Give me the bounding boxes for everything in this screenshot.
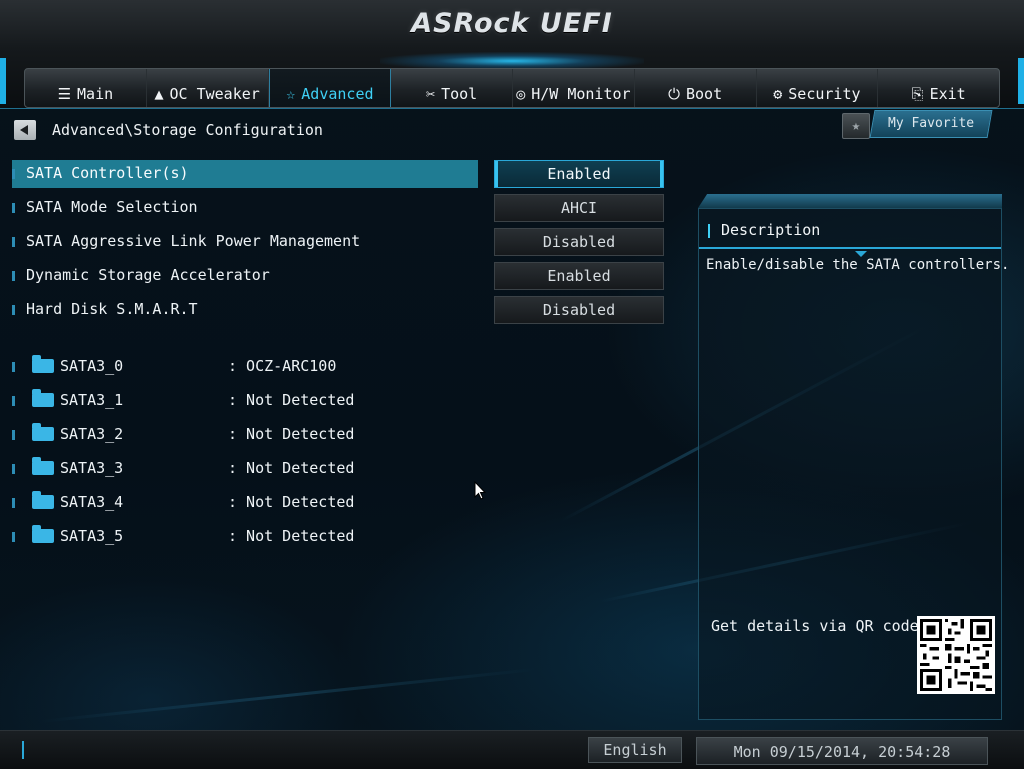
drive-row[interactable]: SATA3_0 : OCZ-ARC100: [12, 353, 472, 381]
drive-port-value: : Not Detected: [228, 493, 355, 511]
setting-row-sata-controllers[interactable]: SATA Controller(s): [12, 160, 478, 188]
tab-hw-monitor[interactable]: ◎ H/W Monitor: [513, 69, 635, 107]
tab-security[interactable]: ⚙ Security: [757, 69, 879, 107]
folder-icon: [32, 525, 54, 543]
description-text: Enable/disable the SATA controllers.: [706, 257, 1010, 273]
row-bullet: [12, 271, 15, 281]
setting-row-dynamic-storage-accelerator[interactable]: Dynamic Storage Accelerator: [12, 262, 478, 290]
drive-port-name: SATA3_1: [60, 391, 124, 409]
language-button[interactable]: English: [588, 737, 682, 763]
row-bullet: [12, 396, 15, 406]
setting-label: SATA Controller(s): [26, 164, 189, 182]
drive-row[interactable]: SATA3_1 : Not Detected: [12, 387, 472, 415]
drive-port-value: : OCZ-ARC100: [228, 357, 337, 375]
setting-value-smart[interactable]: Disabled: [494, 296, 664, 324]
monitor-icon: ◎: [516, 85, 526, 103]
qr-code-icon: [917, 616, 995, 694]
setting-value-link-power-management[interactable]: Disabled: [494, 228, 664, 256]
description-panel-cap: [698, 194, 1002, 208]
folder-icon: [32, 423, 54, 441]
header-bar-marker: [708, 224, 710, 238]
status-bar: English Mon 09/15/2014, 20:54:28: [0, 730, 1024, 769]
setting-label: Hard Disk S.M.A.R.T: [26, 300, 198, 318]
drive-port-value: : Not Detected: [228, 425, 355, 443]
setting-value-sata-controllers[interactable]: Enabled: [494, 160, 664, 188]
drive-row[interactable]: SATA3_3 : Not Detected: [12, 455, 472, 483]
mouse-cursor-icon: [474, 481, 486, 500]
tab-label: H/W Monitor: [531, 85, 631, 103]
setting-label: SATA Aggressive Link Power Management: [26, 232, 361, 250]
setting-value-dynamic-storage-accelerator[interactable]: Enabled: [494, 262, 664, 290]
tab-advanced[interactable]: ☆ Advanced: [268, 69, 392, 107]
row-bullet: [12, 498, 15, 508]
folder-icon: [32, 457, 54, 475]
app-logo: ASRock UEFI: [411, 8, 613, 39]
rocket-icon: ▲: [154, 85, 164, 103]
setting-label: Dynamic Storage Accelerator: [26, 266, 270, 284]
row-bullet: [12, 203, 15, 213]
tab-tool[interactable]: ✂ Tool: [391, 69, 513, 107]
setting-label: SATA Mode Selection: [26, 198, 198, 216]
drive-row[interactable]: SATA3_2 : Not Detected: [12, 421, 472, 449]
tab-label: Advanced: [301, 85, 374, 103]
tab-label: OC Tweaker: [169, 85, 260, 103]
shield-icon: ⚙: [773, 85, 783, 103]
my-favorite-label: My Favorite: [887, 116, 975, 131]
tab-label: Boot: [686, 85, 723, 103]
description-panel: Description Enable/disable the SATA cont…: [698, 208, 1009, 720]
menu-list-icon: ☰: [57, 85, 72, 103]
tab-boot[interactable]: ⏻ Boot: [635, 69, 757, 107]
tab-label: Exit: [929, 85, 966, 103]
row-bullet: [12, 362, 15, 372]
tab-main[interactable]: ☰ Main: [25, 69, 147, 107]
row-bullet: [12, 305, 15, 315]
drive-port-value: : Not Detected: [228, 391, 355, 409]
power-icon: ⏻: [668, 85, 680, 103]
tab-label: Main: [77, 85, 114, 103]
tab-label: Security: [788, 85, 861, 103]
datetime-display: Mon 09/15/2014, 20:54:28: [696, 737, 988, 765]
row-bullet: [12, 464, 15, 474]
drive-port-value: : Not Detected: [228, 459, 355, 477]
drive-port-name: SATA3_2: [60, 425, 124, 443]
exit-door-icon: ⎘: [911, 85, 924, 103]
row-bullet: [12, 532, 15, 542]
status-marker: [22, 741, 24, 759]
drive-port-name: SATA3_3: [60, 459, 124, 477]
drive-port-name: SATA3_4: [60, 493, 124, 511]
tab-label: Tool: [441, 85, 478, 103]
folder-icon: [32, 389, 54, 407]
back-button[interactable]: [14, 120, 36, 140]
tools-icon: ✂: [426, 85, 436, 103]
setting-row-link-power-management[interactable]: SATA Aggressive Link Power Management: [12, 228, 478, 256]
setting-row-smart[interactable]: Hard Disk S.M.A.R.T: [12, 296, 478, 324]
top-bar: ASRock UEFI ☰ Main ▲ OC Tweaker ☆ Advanced …: [0, 0, 1024, 109]
row-bullet: [12, 169, 15, 179]
drive-row[interactable]: SATA3_5 : Not Detected: [12, 523, 472, 551]
star-icon: ☆: [286, 85, 296, 103]
left-accent: [0, 58, 6, 104]
row-bullet: [12, 237, 15, 247]
favorite-star-icon[interactable]: ★: [842, 113, 870, 139]
my-favorite-button[interactable]: My Favorite: [869, 110, 993, 138]
description-header: Description: [699, 215, 1001, 257]
tab-oc-tweaker[interactable]: ▲ OC Tweaker: [147, 69, 269, 107]
drive-port-name: SATA3_0: [60, 357, 124, 375]
setting-row-sata-mode[interactable]: SATA Mode Selection: [12, 194, 478, 222]
main-tabs: ☰ Main ▲ OC Tweaker ☆ Advanced ✂ Tool ◎ H/W M…: [24, 68, 1000, 108]
setting-value-sata-mode[interactable]: AHCI: [494, 194, 664, 222]
folder-icon: [32, 355, 54, 373]
folder-icon: [32, 491, 54, 509]
row-bullet: [12, 430, 15, 440]
qr-label: Get details via QR code: [711, 617, 919, 635]
drive-row[interactable]: SATA3_4 : Not Detected: [12, 489, 472, 517]
drive-port-value: : Not Detected: [228, 527, 355, 545]
breadcrumb: Advanced\Storage Configuration: [52, 121, 323, 139]
right-accent: [1018, 58, 1024, 104]
tab-exit[interactable]: ⎘ Exit: [878, 69, 999, 107]
drive-port-name: SATA3_5: [60, 527, 124, 545]
description-title: Description: [721, 221, 821, 239]
